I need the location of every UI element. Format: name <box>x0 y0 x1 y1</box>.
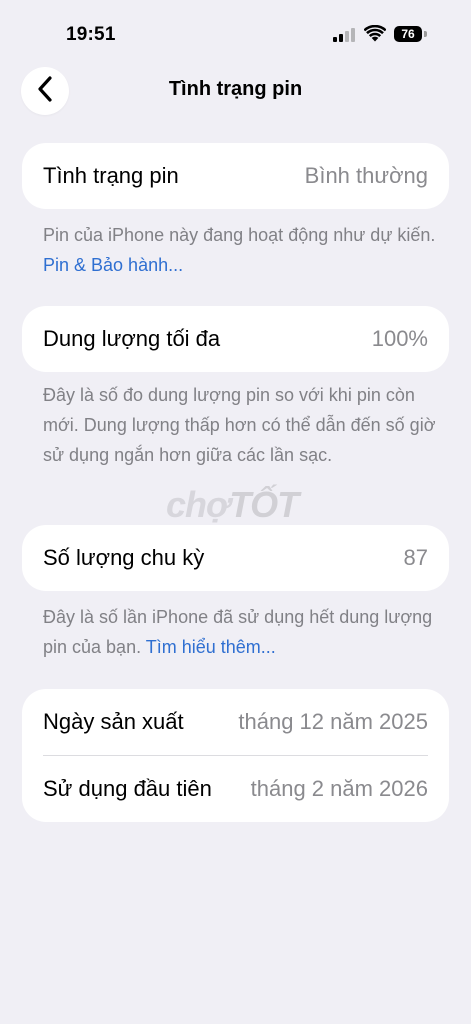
battery-warranty-link[interactable]: Pin & Bảo hành... <box>43 255 183 275</box>
battery-tip <box>424 31 427 37</box>
watermark-prefix: chợ <box>166 484 230 525</box>
cycle-count-label: Số lượng chu kỳ <box>43 545 205 570</box>
manufacture-date-value: tháng 12 năm 2025 <box>238 709 428 734</box>
cycle-count-value: 87 <box>403 545 428 570</box>
maximum-capacity-row: Dung lượng tối đa 100% <box>22 306 449 372</box>
wifi-icon <box>363 24 387 47</box>
battery-icon: 76 <box>394 26 422 42</box>
status-time: 19:51 <box>66 24 116 45</box>
battery-health-card: Tình trạng pin Bình thường <box>22 143 449 209</box>
battery-health-value: Bình thường <box>304 163 428 188</box>
navigation-bar: Tình trạng pin <box>0 62 471 118</box>
maximum-capacity-label: Dung lượng tối đa <box>43 326 221 351</box>
status-bar: 19:51 76 <box>0 0 471 60</box>
battery-health-note: Pin của iPhone này đang hoạt động như dự… <box>43 220 438 280</box>
first-use-row: Sử dụng đầu tiên tháng 2 năm 2026 <box>22 756 449 822</box>
maximum-capacity-card: Dung lượng tối đa 100% <box>22 306 449 372</box>
first-use-value: tháng 2 năm 2026 <box>250 776 428 801</box>
first-use-label: Sử dụng đầu tiên <box>43 776 212 801</box>
page-title: Tình trạng pin <box>168 78 303 100</box>
battery-health-row: Tình trạng pin Bình thường <box>22 143 449 209</box>
cellular-signal-icon <box>333 28 357 47</box>
learn-more-link[interactable]: Tìm hiểu thêm... <box>146 637 276 657</box>
battery-health-note-text: Pin của iPhone này đang hoạt động như dự… <box>43 225 436 245</box>
cycle-count-row: Số lượng chu kỳ 87 <box>22 525 449 591</box>
chotot-watermark: chợTỐT <box>166 484 299 526</box>
cycle-count-card: Số lượng chu kỳ 87 <box>22 525 449 591</box>
cycle-count-note: Đây là số lần iPhone đã sử dụng hết dung… <box>43 602 438 662</box>
battery-level: 76 <box>401 27 415 41</box>
maximum-capacity-value: 100% <box>371 326 428 351</box>
dates-card: Ngày sản xuất tháng 12 năm 2025 Sử dụng … <box>22 689 449 822</box>
maximum-capacity-note: Đây là số đo dung lượng pin so với khi p… <box>43 385 436 465</box>
home-indicator <box>164 1010 307 1015</box>
manufacture-date-row: Ngày sản xuất tháng 12 năm 2025 <box>22 689 449 755</box>
battery-health-label: Tình trạng pin <box>43 163 179 188</box>
watermark-suffix: TỐT <box>229 484 299 525</box>
manufacture-date-label: Ngày sản xuất <box>43 709 184 734</box>
